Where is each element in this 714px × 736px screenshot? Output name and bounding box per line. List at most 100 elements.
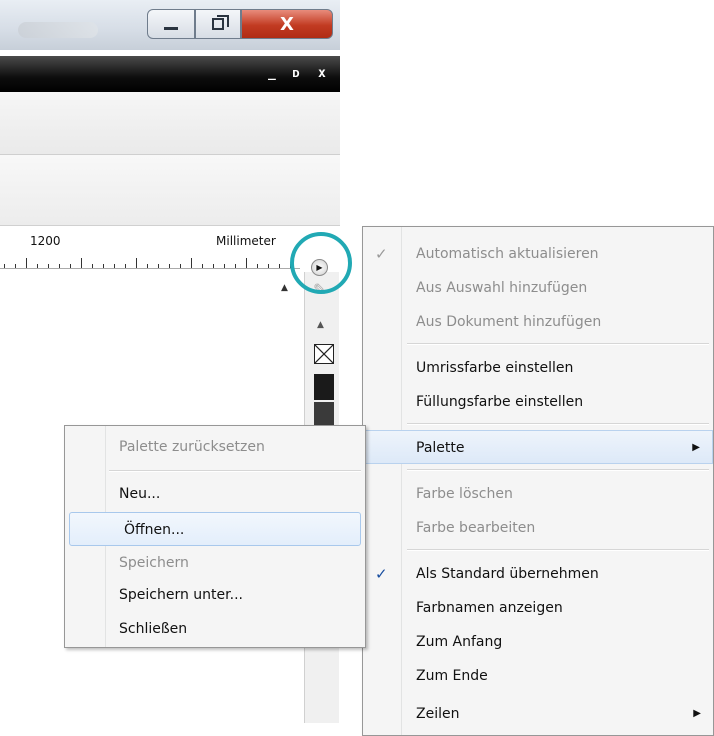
ruler-tick <box>257 264 258 268</box>
ruler-tick <box>4 264 5 268</box>
check-icon: ✓ <box>375 565 388 583</box>
ruler-tick <box>290 264 291 268</box>
title-bar-blur <box>18 22 98 38</box>
ruler-tick <box>114 264 115 268</box>
minimize-icon <box>164 26 178 30</box>
menu-item-reset-palette[interactable]: Palette zurücksetzen <box>65 430 365 464</box>
menu-item-label: Farbnamen anzeigen <box>416 600 563 616</box>
document-minimize-button[interactable]: _ <box>268 66 276 81</box>
menu-item-add-from-document[interactable]: Aus Dokument hinzufügen <box>363 305 713 339</box>
menu-item-set-as-default[interactable]: ✓ Als Standard übernehmen <box>363 557 713 591</box>
ruler-tick <box>224 264 225 268</box>
menu-item-save-as[interactable]: Speichern unter... <box>65 578 365 612</box>
menu-item-save[interactable]: Speichern <box>65 546 365 580</box>
menu-item-label: Speichern unter... <box>119 587 243 603</box>
scroll-up-arrow-icon[interactable]: ▲ <box>281 283 288 293</box>
menu-separator <box>407 343 709 345</box>
menu-item-set-fill-color[interactable]: Füllungsfarbe einstellen <box>363 385 713 419</box>
ruler-tick <box>81 258 82 268</box>
menu-separator <box>109 470 361 472</box>
palette-scroll-up-icon[interactable]: ▲ <box>317 320 324 330</box>
ruler-tick-label: 1200 <box>30 234 61 248</box>
no-color-swatch[interactable] <box>314 344 334 364</box>
menu-item-label: Als Standard übernehmen <box>416 566 599 582</box>
menu-item-label: Automatisch aktualisieren <box>416 246 599 262</box>
menu-item-auto-update[interactable]: ✓ Automatisch aktualisieren <box>363 237 713 271</box>
black-color-swatch[interactable] <box>314 374 334 400</box>
menu-item-edit-color[interactable]: Farbe bearbeiten <box>363 511 713 545</box>
restore-icon <box>212 15 229 30</box>
menu-item-label: Aus Auswahl hinzufügen <box>416 280 588 296</box>
palette-context-menu: ✓ Automatisch aktualisieren Aus Auswahl … <box>362 226 714 736</box>
ruler-unit-label: Millimeter <box>216 234 276 248</box>
menu-item-label: Neu... <box>119 486 161 502</box>
ruler-tick <box>125 264 126 268</box>
submenu-arrow-icon: ▶ <box>692 442 700 453</box>
document-title-bar: _ ᴅ x <box>0 56 340 92</box>
ruler-tick <box>268 264 269 268</box>
menu-item-label: Zum Ende <box>416 668 488 684</box>
ruler-tick <box>279 264 280 268</box>
menu-item-new[interactable]: Neu... <box>65 477 365 511</box>
horizontal-ruler[interactable]: 1200 Millimeter <box>0 226 300 269</box>
menu-item-add-from-selection[interactable]: Aus Auswahl hinzufügen <box>363 271 713 305</box>
submenu-arrow-icon: ▶ <box>693 708 701 719</box>
ruler-tick <box>180 264 181 268</box>
menu-item-label: Aus Dokument hinzufügen <box>416 314 602 330</box>
check-icon: ✓ <box>375 245 388 263</box>
menu-item-label: Farbe löschen <box>416 486 513 502</box>
ruler-tick <box>246 258 247 268</box>
ruler-tick <box>70 264 71 268</box>
window-restore-button[interactable] <box>195 9 241 39</box>
menu-item-label: Speichern <box>119 555 189 571</box>
menu-item-label: Palette <box>416 440 465 456</box>
menu-item-label: Schließen <box>119 621 188 637</box>
no-color-x-icon <box>315 345 333 363</box>
window-title-bar: X <box>0 0 340 50</box>
document-restore-button[interactable]: ᴅ <box>292 66 300 81</box>
ruler-tick <box>169 264 170 268</box>
ruler-tick <box>37 264 38 268</box>
ruler-tick <box>48 264 49 268</box>
property-bar <box>0 92 340 155</box>
menu-item-delete-color[interactable]: Farbe löschen <box>363 477 713 511</box>
menu-item-go-to-end[interactable]: Zum Ende <box>363 659 713 693</box>
menu-item-rows[interactable]: Zeilen ▶ <box>363 697 713 731</box>
ruler-tick <box>103 264 104 268</box>
ruler-tick <box>202 264 203 268</box>
ruler-tick <box>15 264 16 268</box>
document-close-button[interactable]: x <box>318 66 326 81</box>
menu-item-close[interactable]: Schließen <box>65 612 365 646</box>
menu-item-label: Farbe bearbeiten <box>416 520 536 536</box>
ruler-tick <box>92 264 93 268</box>
menu-separator <box>407 549 709 551</box>
ruler-tick <box>136 258 137 268</box>
menu-item-set-outline-color[interactable]: Umrissfarbe einstellen <box>363 351 713 385</box>
ruler-tick <box>158 264 159 268</box>
palette-flyout-button[interactable]: ▶ <box>304 251 336 283</box>
menu-item-label: Zeilen <box>416 706 460 722</box>
ruler-tick <box>26 258 27 268</box>
ruler-tick <box>59 264 60 268</box>
menu-item-label: Umrissfarbe einstellen <box>416 360 574 376</box>
ruler-tick <box>213 264 214 268</box>
menu-item-label: Zum Anfang <box>416 634 503 650</box>
ruler-tick <box>235 264 236 268</box>
menu-separator <box>407 423 709 425</box>
flyout-arrow-icon: ▶ <box>311 259 328 276</box>
toolbar <box>0 155 340 226</box>
menu-item-palette[interactable]: Palette ▶ <box>363 430 713 464</box>
ruler-ticks <box>0 256 300 268</box>
menu-item-go-to-start[interactable]: Zum Anfang <box>363 625 713 659</box>
menu-item-open[interactable]: Öffnen... <box>69 512 361 546</box>
menu-separator <box>407 469 709 471</box>
ruler-tick <box>191 258 192 268</box>
close-icon: X <box>280 13 294 35</box>
palette-submenu: Palette zurücksetzen Neu... Öffnen... Sp… <box>64 425 366 648</box>
menu-item-label: Öffnen... <box>124 522 185 538</box>
menu-item-label: Füllungsfarbe einstellen <box>416 394 584 410</box>
menu-item-show-color-names[interactable]: Farbnamen anzeigen <box>363 591 713 625</box>
ruler-tick <box>147 264 148 268</box>
window-minimize-button[interactable] <box>147 9 195 39</box>
window-close-button[interactable]: X <box>241 9 333 39</box>
